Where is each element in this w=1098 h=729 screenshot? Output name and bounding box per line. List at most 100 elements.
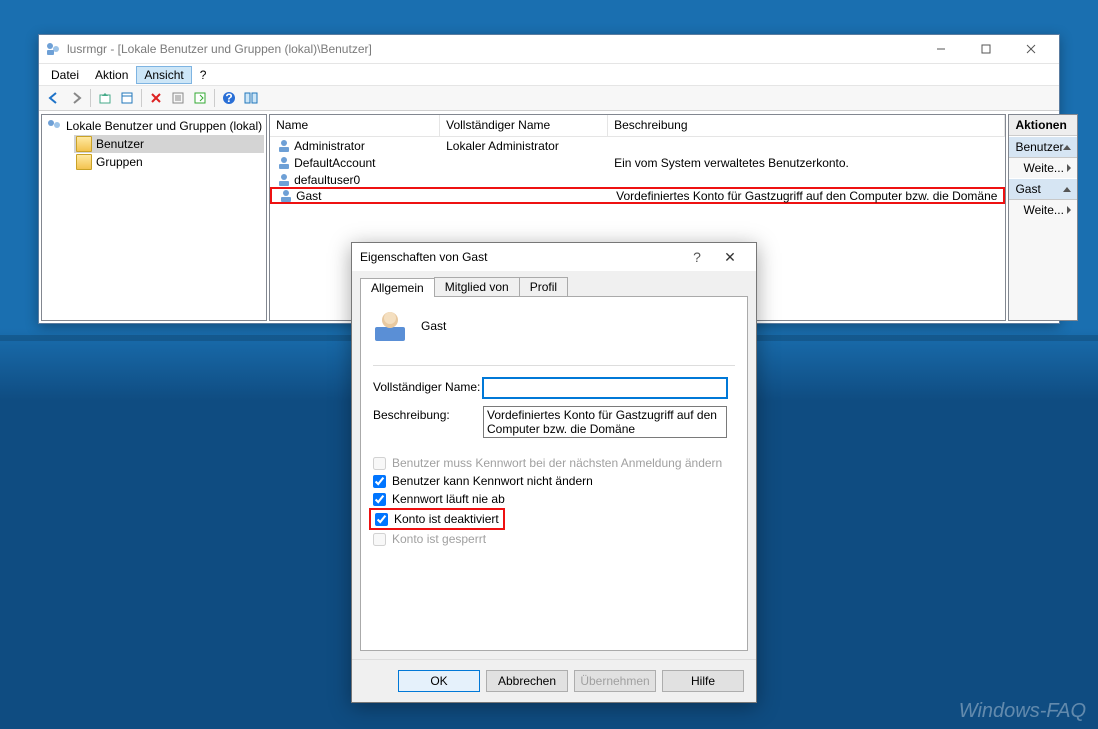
row-name: Administrator <box>294 139 365 153</box>
chevron-right-icon <box>1067 206 1071 214</box>
row-name: defaultuser0 <box>294 173 360 187</box>
tree-item-label: Benutzer <box>96 137 144 151</box>
row-fullname: Lokaler Administrator <box>446 139 559 153</box>
list-header[interactable]: Name Vollständiger Name Beschreibung <box>270 115 1005 137</box>
cant-change-checkbox[interactable] <box>373 475 386 488</box>
export-button[interactable] <box>189 87 211 109</box>
apply-button[interactable]: Übernehmen <box>574 670 656 692</box>
nav-forward-button[interactable] <box>65 87 87 109</box>
actions-section-label: Benutzer <box>1015 140 1063 154</box>
collapse-icon <box>1063 145 1071 150</box>
actions-section-benutzer[interactable]: Benutzer <box>1009 136 1077 158</box>
dialog-close-button[interactable]: ✕ <box>712 249 748 266</box>
check-must-change: Benutzer muss Kennwort bei der nächsten … <box>373 456 735 470</box>
table-row[interactable]: defaultuser0 <box>270 171 1005 188</box>
user-icon <box>278 188 294 204</box>
ok-button[interactable]: OK <box>398 670 480 692</box>
disabled-checkbox[interactable] <box>375 513 388 526</box>
actions-title: Aktionen <box>1009 115 1077 136</box>
tree-node-benutzer[interactable]: Benutzer <box>74 135 264 153</box>
dialog-buttons: OK Abbrechen Übernehmen Hilfe <box>352 659 756 702</box>
tab-general[interactable]: Allgemein <box>360 278 435 297</box>
user-icon <box>276 138 292 154</box>
never-expires-checkbox[interactable] <box>373 493 386 506</box>
user-icon <box>373 309 407 343</box>
toolbar: ? <box>39 85 1059 111</box>
chevron-right-icon <box>1067 164 1071 172</box>
collapse-icon <box>1063 187 1071 192</box>
more-actions-label: Weite... <box>1023 203 1063 217</box>
list-button[interactable] <box>167 87 189 109</box>
row-name: DefaultAccount <box>294 156 375 170</box>
dialog-title: Eigenschaften von Gast <box>360 250 682 264</box>
folder-icon <box>76 154 92 170</box>
users-groups-icon <box>46 118 62 134</box>
up-button[interactable] <box>94 87 116 109</box>
actions-section-gast[interactable]: Gast <box>1009 178 1077 200</box>
row-desc: Ein vom System verwaltetes Benutzerkonto… <box>614 156 849 170</box>
menubar: Datei Aktion Ansicht ? <box>39 63 1059 85</box>
actions-section-label: Gast <box>1015 182 1040 196</box>
tree-root[interactable]: Lokale Benutzer und Gruppen (lokal) <box>44 117 264 135</box>
tab-member[interactable]: Mitglied von <box>434 277 520 296</box>
user-icon <box>276 172 292 188</box>
tree-item-label: Gruppen <box>96 155 143 169</box>
fullname-input[interactable] <box>483 378 727 398</box>
help-button[interactable]: ? <box>218 87 240 109</box>
actions-more-link[interactable]: Weite... <box>1009 200 1077 220</box>
menu-help[interactable]: ? <box>192 66 215 84</box>
tabstrip: Allgemein Mitglied von Profil <box>352 271 756 296</box>
check-never-expires[interactable]: Kennwort läuft nie ab <box>373 492 735 506</box>
cancel-button[interactable]: Abbrechen <box>486 670 568 692</box>
svg-text:?: ? <box>225 91 232 105</box>
dialog-titlebar[interactable]: Eigenschaften von Gast ? ✕ <box>352 243 756 271</box>
col-name[interactable]: Name <box>270 115 440 136</box>
menu-action[interactable]: Aktion <box>87 66 136 84</box>
check-cant-change[interactable]: Benutzer kann Kennwort nicht ändern <box>373 474 735 488</box>
window-title: lusrmgr - [Lokale Benutzer und Gruppen (… <box>67 42 918 56</box>
titlebar[interactable]: lusrmgr - [Lokale Benutzer und Gruppen (… <box>39 35 1059 63</box>
check-disabled[interactable]: Konto ist deaktiviert <box>371 510 499 528</box>
menu-view[interactable]: Ansicht <box>136 66 191 84</box>
properties-button[interactable] <box>116 87 138 109</box>
never-expires-label: Kennwort läuft nie ab <box>392 492 505 506</box>
locked-checkbox <box>373 533 386 546</box>
desc-label: Beschreibung: <box>373 406 483 422</box>
table-row[interactable]: Administrator Lokaler Administrator <box>270 137 1005 154</box>
app-icon <box>45 41 61 57</box>
close-button[interactable] <box>1008 35 1053 63</box>
check-locked: Konto ist gesperrt <box>373 532 735 546</box>
dialog-help-button[interactable]: ? <box>682 249 712 265</box>
actions-more-link[interactable]: Weite... <box>1009 158 1077 178</box>
nav-back-button[interactable] <box>43 87 65 109</box>
row-desc: Vordefiniertes Konto für Gastzugriff auf… <box>616 189 997 203</box>
watermark: Windows-FAQ <box>959 700 1086 723</box>
table-row[interactable]: DefaultAccount Ein vom System verwaltetes… <box>270 154 1005 171</box>
must-change-label: Benutzer muss Kennwort bei der nächsten … <box>392 456 722 470</box>
maximize-button[interactable] <box>963 35 1008 63</box>
tree-node-gruppen[interactable]: Gruppen <box>74 153 264 171</box>
cant-change-label: Benutzer kann Kennwort nicht ändern <box>392 474 593 488</box>
tree-pane[interactable]: Lokale Benutzer und Gruppen (lokal) Benu… <box>41 114 267 321</box>
menu-file[interactable]: Datei <box>43 66 87 84</box>
user-icon <box>276 155 292 171</box>
dialog-username: Gast <box>421 319 446 333</box>
fullname-label: Vollständiger Name: <box>373 378 483 394</box>
minimize-button[interactable] <box>918 35 963 63</box>
tab-profile[interactable]: Profil <box>519 277 568 296</box>
tree-root-label: Lokale Benutzer und Gruppen (lokal) <box>66 119 262 133</box>
properties-dialog: Eigenschaften von Gast ? ✕ Allgemein Mit… <box>351 242 757 703</box>
help-button[interactable]: Hilfe <box>662 670 744 692</box>
desc-input[interactable] <box>483 406 727 438</box>
row-name: Gast <box>296 189 321 203</box>
col-fullname[interactable]: Vollständiger Name <box>440 115 608 136</box>
tab-panel-general: Gast Vollständiger Name: Beschreibung: B… <box>360 296 748 651</box>
delete-button[interactable] <box>145 87 167 109</box>
col-desc[interactable]: Beschreibung <box>608 115 1005 136</box>
actions-pane: Aktionen Benutzer Weite... Gast Weite... <box>1008 114 1078 321</box>
panes-button[interactable] <box>240 87 262 109</box>
table-row[interactable]: Gast Vordefiniertes Konto für Gastzugriff… <box>270 187 1005 204</box>
must-change-checkbox <box>373 457 386 470</box>
more-actions-label: Weite... <box>1023 161 1063 175</box>
folder-icon <box>76 136 92 152</box>
